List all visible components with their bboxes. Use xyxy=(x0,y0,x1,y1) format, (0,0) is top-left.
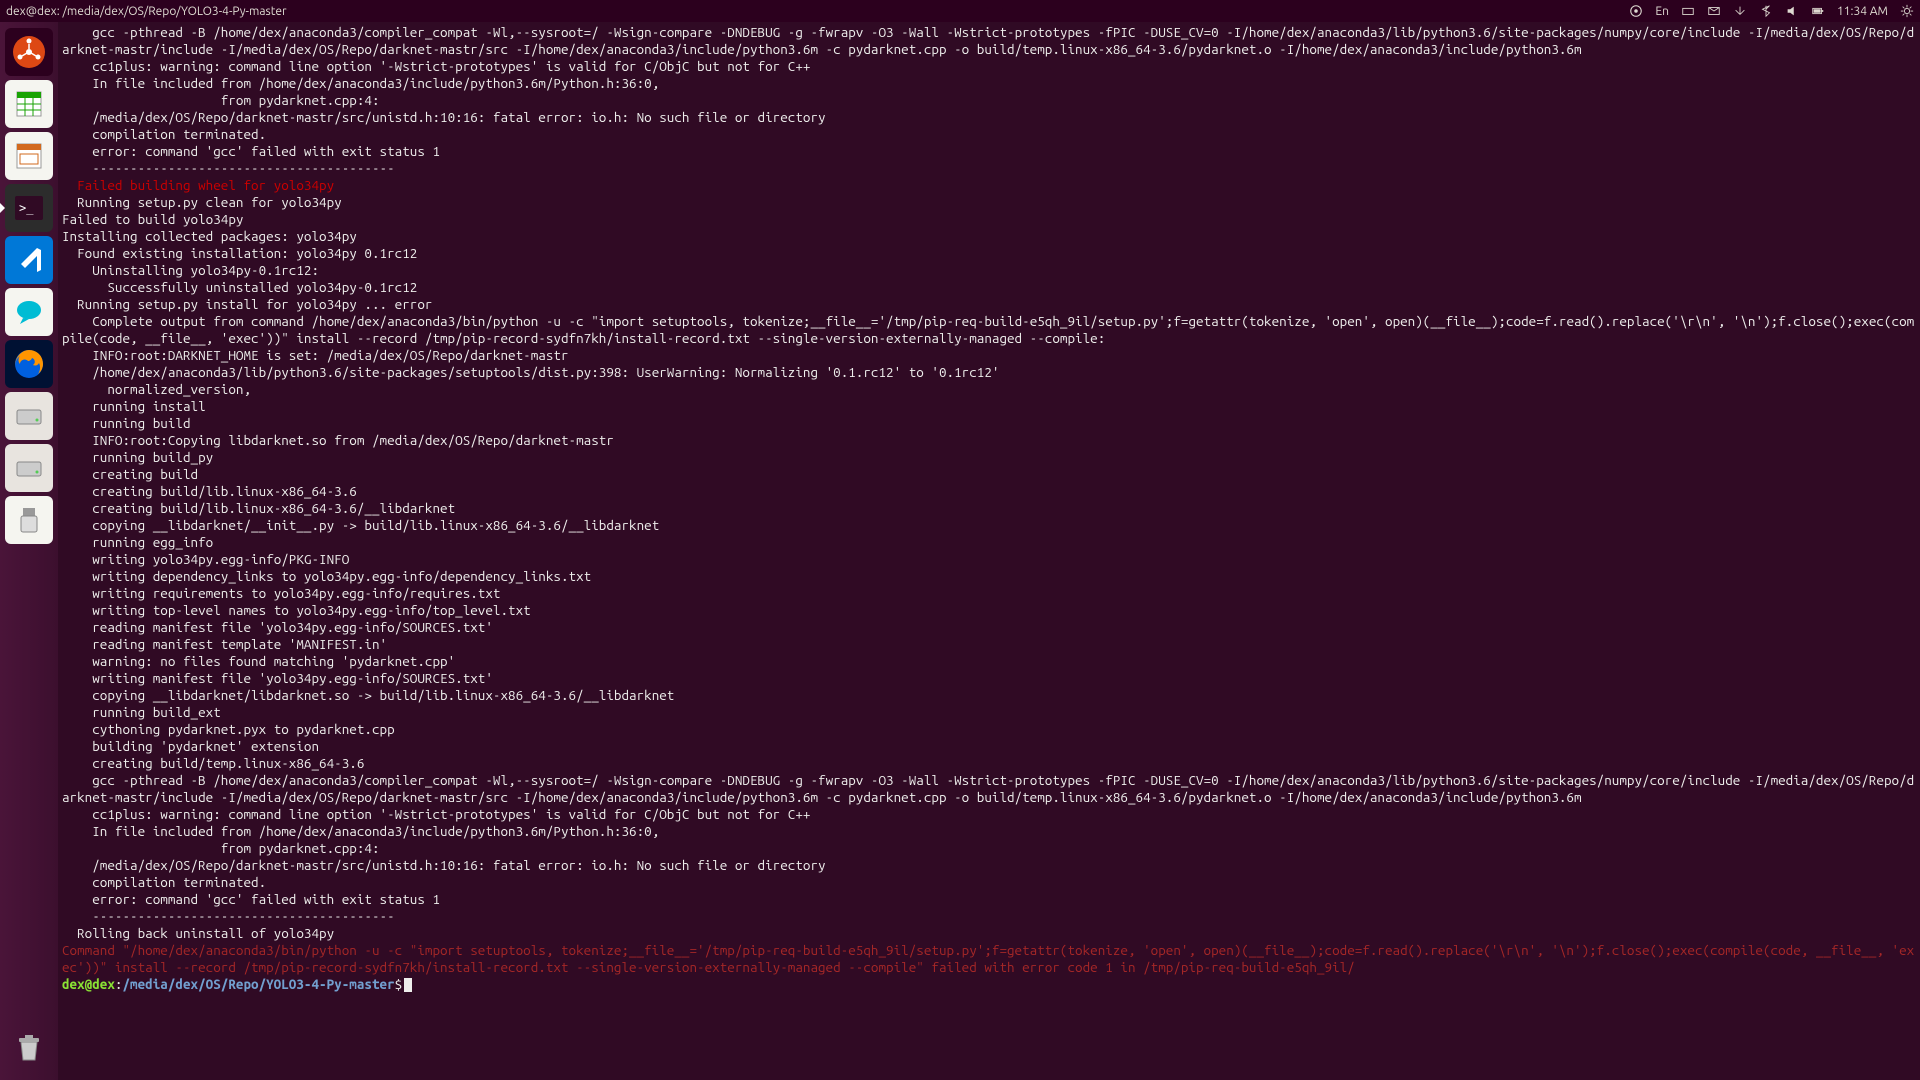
battery-icon[interactable] xyxy=(1811,4,1825,18)
svg-text:>_: >_ xyxy=(19,201,34,215)
prompt-user: dex@dex xyxy=(62,976,115,992)
launcher-libreoffice-impress[interactable] xyxy=(5,132,53,180)
system-tray: En 11:34 AM xyxy=(1629,4,1914,18)
terminal-line: creating build/lib.linux-x86_64-3.6 xyxy=(62,483,1916,500)
terminal-line: error: command 'gcc' failed with exit st… xyxy=(62,143,1916,160)
terminal-line: Failed building wheel for yolo34py xyxy=(62,177,1916,194)
terminal-line: normalized_version, xyxy=(62,381,1916,398)
terminal-line: creating build xyxy=(62,466,1916,483)
terminal-line: Rolling back uninstall of yolo34py xyxy=(62,925,1916,942)
settings-gear-icon[interactable] xyxy=(1900,4,1914,18)
terminal-line: cythoning pydarknet.pyx to pydarknet.cpp xyxy=(62,721,1916,738)
terminal-line: Complete output from command /home/dex/a… xyxy=(62,313,1916,347)
terminal-line: from pydarknet.cpp:4: xyxy=(62,92,1916,109)
terminal-line: running build xyxy=(62,415,1916,432)
terminal-line: cc1plus: warning: command line option '-… xyxy=(62,58,1916,75)
launcher-vscode[interactable] xyxy=(5,236,53,284)
terminal-line: /media/dex/OS/Repo/darknet-mastr/src/uni… xyxy=(62,857,1916,874)
cursor xyxy=(404,978,412,992)
terminal-line: Installing collected packages: yolo34py xyxy=(62,228,1916,245)
terminal-line: running build_py xyxy=(62,449,1916,466)
terminal-line: creating build/lib.linux-x86_64-3.6/__li… xyxy=(62,500,1916,517)
terminal-prompt[interactable]: dex@dex:/media/dex/OS/Repo/YOLO3-4-Py-ma… xyxy=(62,976,1916,993)
terminal-line: INFO:root:Copying libdarknet.so from /me… xyxy=(62,432,1916,449)
terminal-line: error: command 'gcc' failed with exit st… xyxy=(62,891,1916,908)
volume-icon[interactable] xyxy=(1785,4,1799,18)
terminal-line: reading manifest template 'MANIFEST.in' xyxy=(62,636,1916,653)
terminal-line: creating build/temp.linux-x86_64-3.6 xyxy=(62,755,1916,772)
launcher-chat[interactable] xyxy=(5,288,53,336)
launcher-dash[interactable] xyxy=(5,28,53,76)
messages-icon[interactable] xyxy=(1707,4,1721,18)
terminal-line: running install xyxy=(62,398,1916,415)
terminal-line: Failed to build yolo34py xyxy=(62,211,1916,228)
terminal-viewport[interactable]: gcc -pthread -B /home/dex/anaconda3/comp… xyxy=(58,22,1920,1080)
bluetooth-icon[interactable] xyxy=(1759,4,1773,18)
terminal-line: /home/dex/anaconda3/lib/python3.6/site-p… xyxy=(62,364,1916,381)
terminal-line: Command "/home/dex/anaconda3/bin/python … xyxy=(62,942,1916,976)
terminal-line: building 'pydarknet' extension xyxy=(62,738,1916,755)
terminal-line: warning: no files found matching 'pydark… xyxy=(62,653,1916,670)
terminal-line: Running setup.py install for yolo34py ..… xyxy=(62,296,1916,313)
launcher-drive-1[interactable] xyxy=(5,392,53,440)
terminal-line: ---------------------------------------- xyxy=(62,908,1916,925)
dropbox-icon[interactable] xyxy=(1681,4,1695,18)
window-title: dex@dex: /media/dex/OS/Repo/YOLO3-4-Py-m… xyxy=(6,5,1629,18)
terminal-line: running egg_info xyxy=(62,534,1916,551)
terminal-line: /media/dex/OS/Repo/darknet-mastr/src/uni… xyxy=(62,109,1916,126)
terminal-line: Found existing installation: yolo34py 0.… xyxy=(62,245,1916,262)
launcher-usb[interactable] xyxy=(5,496,53,544)
terminal-line: INFO:root:DARKNET_HOME is set: /media/de… xyxy=(62,347,1916,364)
terminal-line: running build_ext xyxy=(62,704,1916,721)
terminal-line: Successfully uninstalled yolo34py-0.1rc1… xyxy=(62,279,1916,296)
network-icon[interactable] xyxy=(1733,4,1747,18)
keyboard-layout[interactable]: En xyxy=(1655,5,1669,18)
terminal-line: writing yolo34py.egg-info/PKG-INFO xyxy=(62,551,1916,568)
terminal-line: writing dependency_links to yolo34py.egg… xyxy=(62,568,1916,585)
terminal-line: Uninstalling yolo34py-0.1rc12: xyxy=(62,262,1916,279)
terminal-line: compilation terminated. xyxy=(62,126,1916,143)
prompt-path: /media/dex/OS/Repo/YOLO3-4-Py-master xyxy=(122,976,394,992)
terminal-line: copying __libdarknet/libdarknet.so -> bu… xyxy=(62,687,1916,704)
terminal-line: writing top-level names to yolo34py.egg-… xyxy=(62,602,1916,619)
terminal-line: gcc -pthread -B /home/dex/anaconda3/comp… xyxy=(62,772,1916,806)
unity-launcher: >_ xyxy=(0,22,58,1080)
terminal-line: cc1plus: warning: command line option '-… xyxy=(62,806,1916,823)
terminal-line: writing requirements to yolo34py.egg-inf… xyxy=(62,585,1916,602)
terminal-line: Running setup.py clean for yolo34py xyxy=(62,194,1916,211)
launcher-terminal[interactable]: >_ xyxy=(5,184,53,232)
terminal-line: In file included from /home/dex/anaconda… xyxy=(62,75,1916,92)
clock[interactable]: 11:34 AM xyxy=(1837,5,1888,18)
terminal-line: writing manifest file 'yolo34py.egg-info… xyxy=(62,670,1916,687)
notification-icon[interactable] xyxy=(1629,4,1643,18)
prompt-dollar: $ xyxy=(395,976,403,992)
terminal-line: In file included from /home/dex/anaconda… xyxy=(62,823,1916,840)
launcher-libreoffice-calc[interactable] xyxy=(5,80,53,128)
terminal-line: compilation terminated. xyxy=(62,874,1916,891)
top-panel: dex@dex: /media/dex/OS/Repo/YOLO3-4-Py-m… xyxy=(0,0,1920,22)
launcher-trash[interactable] xyxy=(5,1024,53,1072)
terminal-line: from pydarknet.cpp:4: xyxy=(62,840,1916,857)
terminal-line: gcc -pthread -B /home/dex/anaconda3/comp… xyxy=(62,24,1916,58)
terminal-line: ---------------------------------------- xyxy=(62,160,1916,177)
launcher-drive-2[interactable] xyxy=(5,444,53,492)
launcher-firefox[interactable] xyxy=(5,340,53,388)
terminal-line: copying __libdarknet/__init__.py -> buil… xyxy=(62,517,1916,534)
terminal-line: reading manifest file 'yolo34py.egg-info… xyxy=(62,619,1916,636)
